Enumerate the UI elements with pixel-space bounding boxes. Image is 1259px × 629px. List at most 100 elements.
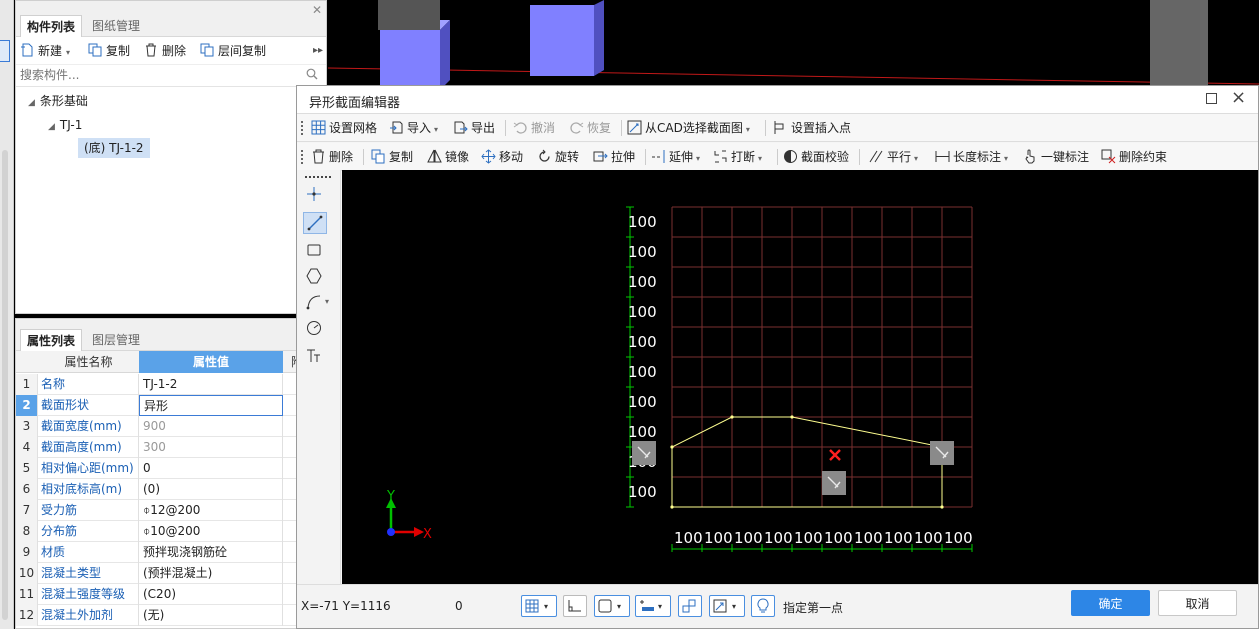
dynamic-input-toggle[interactable]: ▾ [635, 595, 671, 617]
section-check-icon [784, 150, 797, 163]
property-value[interactable]: 900 [139, 416, 283, 437]
left-strip-scrollbar[interactable] [2, 150, 8, 620]
property-value[interactable]: TJ-1-2 [139, 374, 283, 395]
property-value[interactable]: (0) [139, 479, 283, 500]
export-button[interactable]: 导出 [453, 119, 495, 137]
tree-expand-icon[interactable]: ◢ [28, 98, 35, 108]
rotate-icon [539, 149, 550, 162]
left-strip-selected-marker[interactable] [0, 40, 10, 62]
property-row[interactable]: 6 相对底标高(m) (0) [16, 479, 328, 500]
property-row[interactable]: 8 分布筋 ⌽10@200 [16, 521, 328, 542]
property-row[interactable]: 5 相对偏心距(mm) 0 [16, 458, 328, 479]
move-button[interactable]: 移动 [481, 148, 523, 166]
property-row[interactable]: 7 受力筋 ⌽12@200 [16, 500, 328, 521]
mirror-button[interactable]: 镜像 [427, 148, 469, 166]
tree-item-strip-foundation[interactable]: ◢ 条形基础 [28, 91, 88, 111]
new-button[interactable]: 新建 ▾ [20, 42, 70, 60]
grid-snap-toggle[interactable]: ▾ [521, 595, 557, 617]
property-value[interactable]: (无) [139, 605, 283, 626]
tab-property-list[interactable]: 属性列表 [20, 329, 83, 351]
polar-tracking-toggle[interactable] [678, 595, 702, 617]
section-check-button[interactable]: 截面校验 [783, 148, 849, 166]
row-dimension-label: 100 [628, 213, 657, 231]
delete-button[interactable]: 删除 [311, 148, 353, 166]
redo-button[interactable]: 恢复 [569, 119, 611, 137]
tab-layer-management[interactable]: 图层管理 [86, 329, 146, 351]
arc-tool-button[interactable]: ▾ [303, 292, 329, 314]
stretch-button[interactable]: 拉伸 [593, 148, 635, 166]
component-search-bar [16, 65, 326, 87]
tab-drawing-management[interactable]: 图纸管理 [86, 15, 146, 37]
hand-pointer-icon [1025, 149, 1035, 164]
select-from-cad-button[interactable]: 从CAD选择截面图 ▾ [627, 119, 750, 137]
point-tool-button[interactable] [303, 184, 327, 206]
property-value[interactable]: 预拌现浇钢筋砼 [139, 542, 283, 563]
property-row[interactable]: 10 混凝土类型 (预拌混凝土) [16, 563, 328, 584]
property-row[interactable]: 2截面形状异形••• [16, 395, 328, 416]
property-row[interactable]: 11 混凝土强度等级 (C20) [16, 584, 328, 605]
auto-dimension-button[interactable]: 一键标注 [1023, 148, 1089, 166]
delete-button[interactable]: 删除 [144, 42, 186, 60]
property-value[interactable]: (预拌混凝土) [139, 563, 283, 584]
row-number: 9 [16, 542, 38, 563]
tree-expand-icon[interactable]: ◢ [48, 122, 55, 132]
set-grid-button[interactable]: 设置网格 [311, 119, 377, 137]
extend-button[interactable]: 延伸 ▾ [651, 148, 700, 166]
property-value[interactable]: 0 [139, 458, 283, 479]
tab-component-list[interactable]: 构件列表 [20, 15, 83, 37]
break-button[interactable]: 打断 ▾ [713, 148, 762, 166]
svg-text:▾: ▾ [617, 602, 621, 611]
row-number: 5 [16, 458, 38, 479]
parallel-button[interactable]: 平行 ▾ [869, 148, 918, 166]
rectangle-tool-button[interactable] [303, 240, 327, 262]
set-insert-point-button[interactable]: 设置插入点 [773, 119, 851, 137]
property-row[interactable]: 9 材质 预拌现浇钢筋砼 [16, 542, 328, 563]
search-icon[interactable] [306, 68, 318, 80]
property-value[interactable]: 异形 [139, 395, 283, 416]
length-dimension-button[interactable]: 长度标注 ▾ [935, 148, 1008, 166]
tips-toggle[interactable] [751, 595, 775, 617]
toolbar-grip[interactable] [301, 150, 303, 164]
maximize-icon[interactable] [1206, 93, 1217, 104]
property-name: 相对偏心距(mm) [38, 458, 139, 479]
property-row[interactable]: 12 混凝土外加剂 (无) [16, 605, 328, 626]
copy-button[interactable]: 复制 [88, 42, 130, 60]
property-row[interactable]: 3 截面宽度(mm) 900 [16, 416, 328, 437]
property-value[interactable]: ⌽12@200 [139, 500, 283, 521]
polar-tracking-icon [682, 599, 696, 613]
more-icon[interactable]: ▸▸ [313, 42, 323, 60]
import-button[interactable]: 导入 ▾ [389, 119, 438, 137]
y-axis-label: Y [386, 489, 395, 504]
undo-button[interactable]: 撤消 [513, 119, 555, 137]
tree-item-tj-1-2[interactable]: (底) TJ-1-2 [78, 138, 150, 158]
toolbar-grip[interactable] [301, 121, 303, 135]
cancel-button[interactable]: 取消 [1158, 590, 1237, 616]
floor-copy-button[interactable]: 层间复制 [200, 42, 266, 60]
property-value[interactable]: (C20) [139, 584, 283, 605]
close-icon[interactable]: × [1231, 87, 1246, 108]
line-tool-button[interactable] [303, 212, 327, 234]
section-drawing-canvas[interactable]: 100 100 100 100 100 100 100 100 100 100 100 100 100 1… [342, 170, 1258, 584]
property-row[interactable]: 1 名称 TJ-1-2 [16, 374, 328, 395]
palette-grip[interactable] [305, 176, 331, 178]
object-snap-toggle[interactable]: ▾ [594, 595, 630, 617]
ortho-toggle[interactable] [563, 595, 587, 617]
property-value[interactable]: 300 [139, 437, 283, 458]
text-tool-button[interactable] [303, 346, 327, 368]
editor-toolbar-2: 删除 复制 镜像 移动 旋转 拉伸 延伸 ▾ 打断 ▾ 截面校验 平行 ▾ 长度标注 ▾… [297, 143, 1258, 171]
circle-tool-button[interactable] [303, 318, 327, 340]
property-value[interactable]: ⌽10@200 [139, 521, 283, 542]
constraint-toggle[interactable]: ▾ [709, 595, 745, 617]
extend-label: 延伸 [669, 150, 694, 164]
close-icon[interactable]: ✕ [312, 3, 322, 17]
property-row[interactable]: 4 截面高度(mm) 300 [16, 437, 328, 458]
tree-item-tj-1[interactable]: ◢ TJ-1 [48, 115, 82, 135]
move-label: 移动 [499, 150, 524, 164]
polygon-tool-button[interactable] [303, 266, 327, 288]
copy-button[interactable]: 复制 [371, 148, 413, 166]
delete-constraint-button[interactable]: 删除约束 [1101, 148, 1167, 166]
rotate-button[interactable]: 旋转 [537, 148, 579, 166]
ok-button[interactable]: 确定 [1071, 590, 1150, 616]
component-search-input[interactable] [20, 65, 290, 85]
stretch-icon [593, 151, 608, 162]
